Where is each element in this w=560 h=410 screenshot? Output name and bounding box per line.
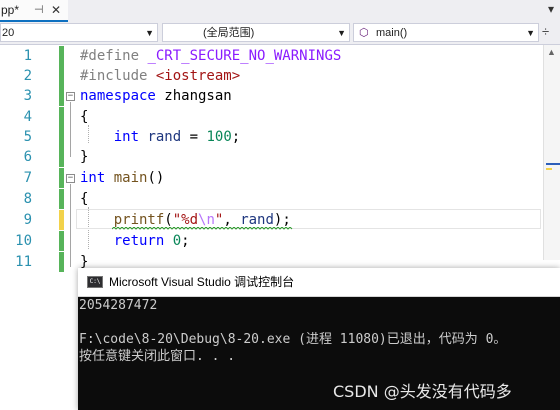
- code-line-6: }: [80, 147, 88, 167]
- project-dropdown[interactable]: 20 ▼: [0, 23, 158, 42]
- change-marker: [59, 252, 64, 272]
- split-window-icon[interactable]: ÷: [542, 24, 549, 39]
- navigation-bar: 20 ▼ (全局范围) ▼ ⬡ main() ▼ ÷: [0, 22, 560, 45]
- function-name: printf: [113, 212, 165, 228]
- change-marker-unsaved: [59, 210, 64, 230]
- chevron-down-icon: ▼: [337, 28, 346, 38]
- console-output[interactable]: 2054287472 F:\code\8-20\Debug\8-20.exe (进…: [78, 297, 560, 365]
- include-header: <iostream>: [155, 68, 241, 84]
- keyword: int: [80, 170, 106, 186]
- document-tab-name: pp*: [1, 3, 20, 17]
- parentheses: (): [147, 170, 165, 186]
- line-number: 11: [15, 254, 32, 270]
- unsaved-change-marker: [546, 168, 552, 170]
- console-app-icon: C:\: [87, 276, 103, 288]
- semicolon: ;: [181, 233, 190, 249]
- outline-line: [70, 102, 71, 157]
- number-literal: 100: [206, 129, 232, 145]
- member-dropdown[interactable]: ⬡ main() ▼: [353, 23, 539, 42]
- line-number: 6: [23, 149, 32, 165]
- close-icon[interactable]: ✕: [51, 0, 61, 20]
- console-output-line: F:\code\8-20\Debug\8-20.exe (进程 11080)已退…: [79, 332, 507, 347]
- member-dropdown-value: main(): [376, 27, 408, 39]
- change-marker: [59, 189, 64, 209]
- line-number: 2: [23, 68, 32, 84]
- code-line-10: return 0;: [80, 231, 190, 251]
- tab-overflow-icon[interactable]: ▾: [548, 2, 554, 16]
- code-line-4: {: [80, 107, 88, 127]
- change-marker: [59, 127, 64, 147]
- console-title: Microsoft Visual Studio 调试控制台: [109, 275, 295, 289]
- variable-name: rand: [240, 212, 274, 228]
- string-literal: "%d: [172, 212, 199, 228]
- code-line-1: #define _CRT_SECURE_NO_WARNINGS: [80, 46, 341, 66]
- code-line-3: namespace zhangsan: [80, 86, 232, 106]
- paren: (: [164, 212, 173, 228]
- semicolon: ;: [231, 129, 241, 145]
- pin-icon[interactable]: ⊣: [34, 0, 44, 20]
- collapse-namespace-toggle[interactable]: −: [66, 92, 75, 101]
- scroll-up-icon[interactable]: ▲: [547, 47, 556, 57]
- preprocessor-directive: #include: [80, 68, 156, 84]
- brace: {: [80, 191, 89, 207]
- preprocessor-directive: #define: [80, 48, 148, 64]
- line-number: 10: [15, 233, 32, 249]
- change-marker: [59, 46, 64, 66]
- brace: }: [80, 149, 89, 165]
- scope-dropdown-value: (全局范围): [203, 27, 255, 39]
- number-literal: 0: [172, 233, 182, 249]
- collapse-main-toggle[interactable]: −: [66, 174, 75, 183]
- line-number: 8: [23, 191, 32, 207]
- macro-name: _CRT_SECURE_NO_WARNINGS: [147, 48, 342, 64]
- watermark: CSDN @头发没有代码多: [333, 382, 512, 401]
- caret-position-marker: [546, 163, 560, 165]
- code-line-7: int main(): [80, 168, 164, 188]
- keyword: int: [113, 129, 140, 145]
- change-marker: [59, 66, 64, 86]
- namespace-name: zhangsan: [155, 88, 232, 104]
- vertical-scrollbar[interactable]: ▲: [543, 45, 560, 260]
- brace: {: [80, 109, 89, 125]
- document-tab[interactable]: pp* ⊣ ✕: [0, 0, 68, 22]
- warning-squiggle: [112, 227, 293, 230]
- console-output-line: 2054287472: [79, 298, 158, 313]
- project-dropdown-value: 20: [2, 27, 15, 39]
- line-number: 4: [23, 109, 32, 125]
- keyword: return: [113, 233, 165, 249]
- operator: =: [181, 129, 207, 145]
- keyword: namespace: [80, 88, 156, 104]
- change-marker: [59, 231, 64, 251]
- paren: );: [273, 212, 291, 228]
- cube-icon: ⬡: [359, 27, 369, 39]
- change-marker: [59, 168, 64, 188]
- document-tab-strip: pp* ⊣ ✕ ▾: [0, 0, 560, 22]
- change-marker: [59, 147, 64, 167]
- line-number: 5: [23, 129, 32, 145]
- function-name: main: [113, 170, 148, 186]
- console-output-line: 按任意键关闭此窗口. . .: [79, 349, 236, 364]
- comma: ,: [223, 212, 241, 228]
- code-line-8: {: [80, 189, 88, 209]
- scope-dropdown[interactable]: (全局范围) ▼: [162, 23, 350, 42]
- console-title-bar[interactable]: C:\ Microsoft Visual Studio 调试控制台: [78, 268, 560, 297]
- change-marker: [59, 86, 64, 106]
- variable-name: rand: [147, 129, 182, 145]
- chevron-down-icon: ▼: [526, 28, 535, 38]
- escape-sequence: \n: [198, 212, 215, 228]
- code-line-5: int rand = 100;: [80, 127, 240, 147]
- line-number: 9: [23, 212, 32, 228]
- line-number: 1: [23, 48, 32, 64]
- chevron-down-icon: ▼: [145, 28, 154, 38]
- outline-line: [70, 184, 71, 267]
- line-number: 7: [23, 170, 32, 186]
- code-line-2: #include <iostream>: [80, 66, 240, 86]
- line-number: 3: [23, 88, 32, 104]
- change-marker: [59, 107, 64, 127]
